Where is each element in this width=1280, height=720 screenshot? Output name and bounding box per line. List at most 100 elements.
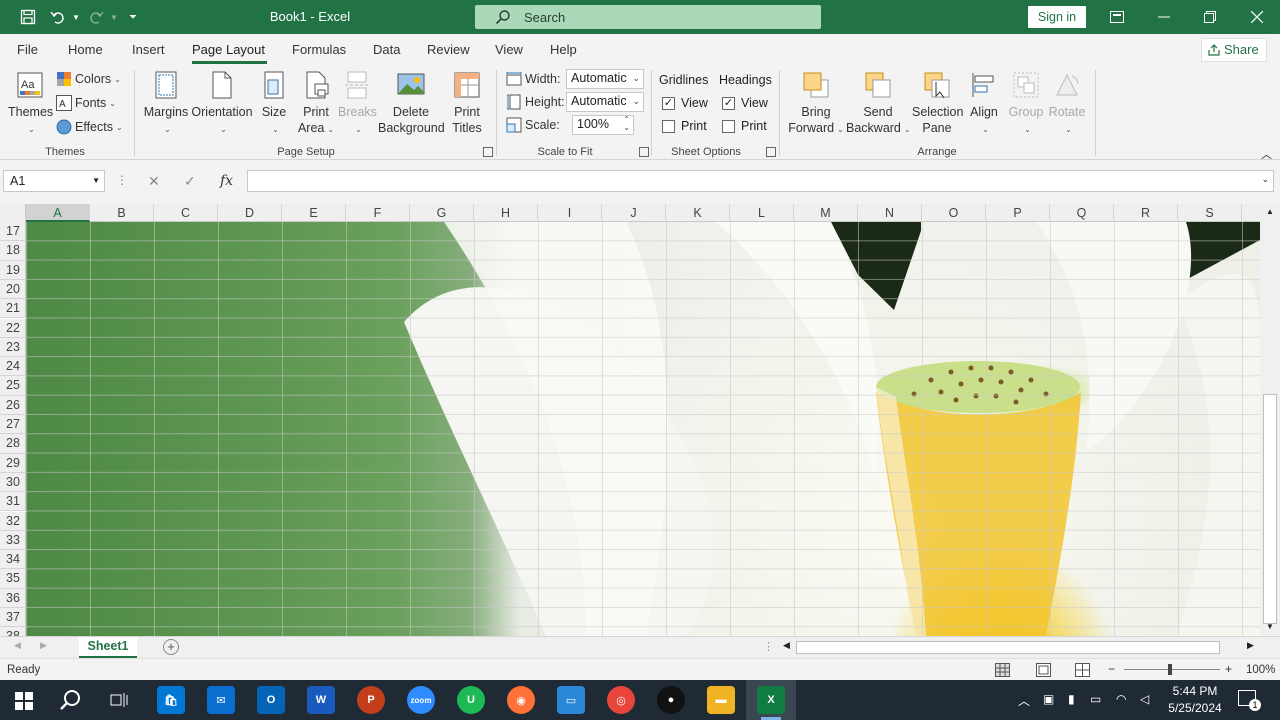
restore-icon[interactable] <box>1187 0 1233 34</box>
tab-home[interactable]: Home <box>68 42 103 57</box>
horizontal-scrollbar[interactable]: ◀ ▶ <box>780 640 1260 656</box>
headings-print-checkbox[interactable] <box>722 120 735 133</box>
show-hidden-icons-icon[interactable]: ︿ <box>1018 692 1030 709</box>
row-header-28[interactable]: 28 <box>0 434 26 454</box>
scale-to-fit-launcher-icon[interactable] <box>639 147 649 157</box>
worksheet-grid[interactable]: ABCDEFGHIJKLMNOPQRS 17 18 19 20 21 22 23 24 25 26… <box>0 204 1280 662</box>
margins-button[interactable]: Margins ⌄ <box>143 70 189 138</box>
zoom-level[interactable]: 100% <box>1246 664 1275 676</box>
scroll-right-icon[interactable]: ▶ <box>1247 640 1254 651</box>
row-header-32[interactable]: 32 <box>0 511 26 531</box>
battery-icon[interactable]: ▭ <box>1090 692 1101 706</box>
cancel-icon[interactable]: ✕ <box>148 173 160 190</box>
background-image-area[interactable] <box>26 222 1260 636</box>
zoom-slider-thumb[interactable] <box>1168 664 1172 675</box>
delete-background-button[interactable]: Delete Background <box>378 70 445 136</box>
row-header-23[interactable]: 23 <box>0 337 26 358</box>
tab-insert[interactable]: Insert <box>132 42 165 57</box>
row-header-31[interactable]: 31 <box>0 492 26 512</box>
column-header-l[interactable]: L <box>730 204 794 222</box>
powerpoint-icon[interactable]: P <box>357 686 385 714</box>
size-button[interactable]: Size ⌄ <box>259 70 289 138</box>
row-header-18[interactable]: 18 <box>0 241 26 261</box>
ribbon-display-options-icon[interactable] <box>1094 0 1140 34</box>
tab-file[interactable]: File <box>17 42 38 57</box>
tab-formulas[interactable]: Formulas <box>292 42 346 57</box>
orientation-button[interactable]: Orientation ⌄ <box>191 70 253 138</box>
expand-formula-bar-icon[interactable]: ⌄ <box>1261 174 1269 185</box>
sign-in-button[interactable]: Sign in <box>1028 6 1086 28</box>
obs-icon[interactable]: ● <box>657 686 685 714</box>
colors-button[interactable]: Colors ⌄ <box>56 71 121 87</box>
tab-page-layout[interactable]: Page Layout <box>192 42 265 57</box>
column-header-j[interactable]: J <box>602 204 666 222</box>
tab-data[interactable]: Data <box>373 42 400 57</box>
column-header-f[interactable]: F <box>346 204 410 222</box>
volume-icon[interactable]: ◁ <box>1140 692 1149 706</box>
zoom-slider[interactable] <box>1124 669 1220 670</box>
row-header-17[interactable]: 17 <box>0 222 26 242</box>
file-explorer-icon[interactable]: ▬ <box>707 686 735 714</box>
close-icon[interactable] <box>1234 0 1280 34</box>
horizontal-scroll-thumb[interactable] <box>796 641 1220 654</box>
search-box[interactable]: Search <box>475 5 821 29</box>
firefox-icon[interactable]: ◉ <box>507 686 535 714</box>
enter-icon[interactable]: ✓ <box>184 173 196 190</box>
column-header-q[interactable]: Q <box>1050 204 1114 222</box>
scroll-left-icon[interactable]: ◀ <box>783 640 790 651</box>
align-button[interactable]: Align ⌄ <box>967 70 1001 138</box>
excel-icon[interactable]: X <box>757 686 785 714</box>
row-header-19[interactable]: 19 <box>0 260 26 280</box>
chrome-icon[interactable]: ◎ <box>607 686 635 714</box>
windows-start-icon[interactable] <box>15 692 33 710</box>
share-button[interactable]: Share <box>1201 38 1267 62</box>
width-select[interactable]: Automatic ⌄ <box>566 69 644 89</box>
microphone-icon[interactable]: ▮ <box>1068 692 1075 706</box>
row-header-26[interactable]: 26 <box>0 395 26 415</box>
scale-spinner[interactable]: 100% ⌃ ⌄ <box>572 115 634 135</box>
tab-view[interactable]: View <box>495 42 523 57</box>
zoom-out-icon[interactable]: − <box>1108 662 1115 676</box>
notifications-icon[interactable]: 1 <box>1238 690 1261 711</box>
print-area-button[interactable]: Print Area ⌄ <box>296 70 336 138</box>
search-icon[interactable] <box>60 689 82 711</box>
scroll-sheets-right-icon[interactable]: ▶ <box>40 640 47 651</box>
mail-icon[interactable]: ✉ <box>207 686 235 714</box>
meet-now-icon[interactable]: ▣ <box>1043 692 1054 706</box>
gridlines-view-checkbox[interactable]: ✓ <box>662 97 675 110</box>
page-layout-view-icon[interactable] <box>1036 663 1051 677</box>
column-header-h[interactable]: H <box>474 204 538 222</box>
scroll-down-icon[interactable]: ▼ <box>1266 622 1274 631</box>
themes-button[interactable]: Aa Themes ⌄ <box>8 70 53 138</box>
select-all-corner[interactable] <box>0 204 26 222</box>
zoom-app-icon[interactable]: zoom <box>407 686 435 714</box>
column-header-k[interactable]: K <box>666 204 730 222</box>
rotate-button[interactable]: Rotate ⌄ <box>1048 70 1086 138</box>
row-header-30[interactable]: 30 <box>0 472 26 493</box>
column-header-a[interactable]: A <box>26 204 90 222</box>
row-header-27[interactable]: 27 <box>0 415 26 435</box>
print-titles-button[interactable]: Print Titles <box>449 70 485 136</box>
column-header-o[interactable]: O <box>922 204 986 222</box>
upwork-icon[interactable]: U <box>457 686 485 714</box>
page-break-preview-icon[interactable] <box>1075 663 1090 677</box>
effects-button[interactable]: Effects ⌄ <box>56 119 123 135</box>
wifi-icon[interactable]: ◠ <box>1116 692 1126 706</box>
row-header-20[interactable]: 20 <box>0 279 26 300</box>
undo-icon[interactable] <box>48 7 68 27</box>
fonts-button[interactable]: A Fonts ⌄ <box>56 95 116 111</box>
breaks-button[interactable]: Breaks ⌄ <box>338 70 377 138</box>
spinner-arrows-icon[interactable]: ⌃ ⌄ <box>623 116 630 132</box>
column-header-c[interactable]: C <box>154 204 218 222</box>
customize-toolbar-icon[interactable]: ⏷ <box>123 7 143 27</box>
column-header-i[interactable]: I <box>538 204 602 222</box>
sheet-tab-sheet1[interactable]: Sheet1 <box>79 637 137 658</box>
microsoft-store-icon[interactable]: 🛍 <box>157 686 185 714</box>
undo-dropdown-icon[interactable]: ▼ <box>66 7 86 27</box>
selection-pane-button[interactable]: Selection Pane <box>912 70 963 136</box>
redo-dropdown-icon[interactable]: ▼ <box>104 7 124 27</box>
tab-review[interactable]: Review <box>427 42 470 57</box>
bring-forward-button[interactable]: Bring Forward ⌄ <box>786 70 846 138</box>
row-header-29[interactable]: 29 <box>0 453 26 473</box>
formula-input[interactable]: ⌄ <box>247 170 1274 192</box>
